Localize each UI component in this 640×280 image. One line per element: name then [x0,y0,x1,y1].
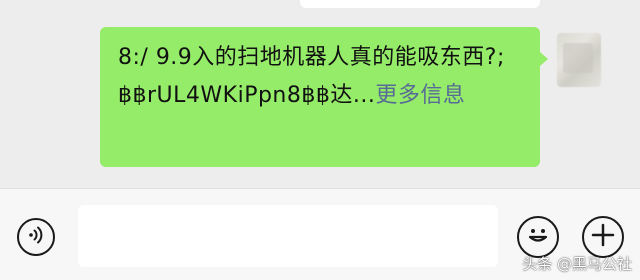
previous-message-edge [300,0,540,8]
message-bubble[interactable]: 8:/ 9.9入的扫地机器人真的能吸东西?; ฿฿rUL4WKiPpn8฿฿达.… [100,27,540,167]
chat-screen: 8:/ 9.9入的扫地机器人真的能吸东西?; ฿฿rUL4WKiPpn8฿฿达.… [0,0,640,280]
plus-icon [590,222,616,252]
watermark-text: 头条 @黑马公社 [522,255,632,273]
more-info-link[interactable]: 更多信息 [375,83,465,108]
input-bar: 头条 @黑马公社 [0,188,640,280]
message-input[interactable] [78,205,498,267]
emoji-icon [523,220,553,254]
avatar[interactable] [557,33,601,87]
voice-icon [25,224,47,250]
voice-button[interactable] [17,218,55,256]
emoji-button[interactable] [517,216,559,258]
bubble-tail [540,52,548,66]
chat-message-area[interactable]: 8:/ 9.9入的扫地机器人真的能吸东西?; ฿฿rUL4WKiPpn8฿฿达.… [0,0,640,188]
more-functions-button[interactable] [582,216,624,258]
